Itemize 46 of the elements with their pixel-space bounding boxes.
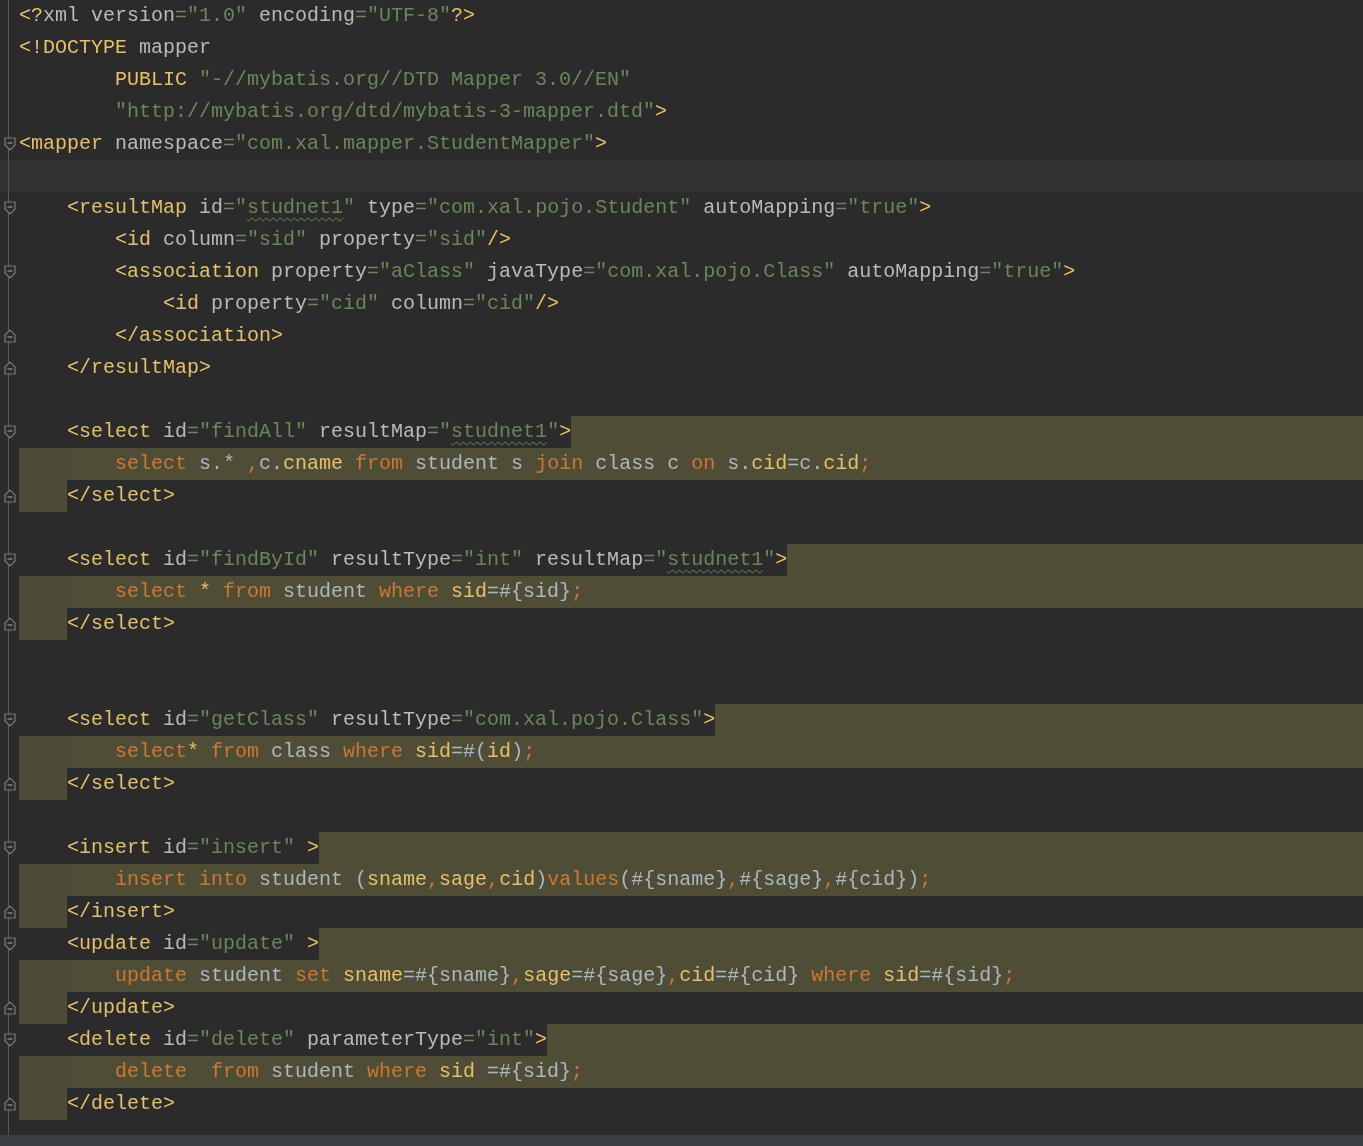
unfold-minus-icon[interactable] [3, 489, 16, 503]
fold-minus-icon[interactable] [3, 137, 16, 151]
code-line: <select id="findById" resultType="int" resultMap="studnet1"> [67, 547, 788, 573]
code-line: <select id="findAll" resultMap="studnet1"> [67, 419, 572, 445]
code-line: update student set sname=#{sname},sage=#{sage},cid=#{cid} where sid=#{sid}; [115, 963, 1016, 989]
unfold-minus-icon[interactable] [3, 361, 16, 375]
unfold-minus-icon[interactable] [3, 617, 16, 631]
code-line: </update> [67, 995, 176, 1021]
unfold-minus-icon[interactable] [3, 1001, 16, 1015]
fold-minus-icon[interactable] [3, 937, 16, 951]
unfold-minus-icon[interactable] [3, 1097, 16, 1111]
code-line: <select id="getClass" resultType="com.xal.pojo.Class"> [67, 707, 716, 733]
fold-minus-icon[interactable] [3, 425, 16, 439]
code-line: <!DOCTYPE mapper [19, 35, 212, 61]
code-line: PUBLIC "-//mybatis.org//DTD Mapper 3.0//EN" [115, 67, 632, 93]
code-line: </select> [67, 483, 176, 509]
unfold-minus-icon[interactable] [3, 329, 16, 343]
code-line: <association property="aClass" javaType="com.xal.pojo.Class" autoMapping="true"> [115, 259, 1076, 285]
code-line: <insert id="insert" > [67, 835, 320, 861]
fold-minus-icon[interactable] [3, 265, 16, 279]
code-line: </insert> [67, 899, 176, 925]
fold-minus-icon[interactable] [3, 1033, 16, 1047]
fold-minus-icon[interactable] [3, 713, 16, 727]
code-line: </select> [67, 771, 176, 797]
code-line: <mapper namespace="com.xal.mapper.StudentMapper"> [19, 131, 608, 157]
code-line: select * from student where sid=#{sid}; [115, 579, 584, 605]
code-line: <update id="update" > [67, 931, 320, 957]
code-line: </association> [115, 323, 284, 349]
code-line: </resultMap> [67, 355, 212, 381]
code-line: <id column="sid" property="sid"/> [115, 227, 512, 253]
code-line: </select> [67, 611, 176, 637]
code-line: <resultMap id="studnet1" type="com.xal.pojo.Student" autoMapping="true"> [67, 195, 932, 221]
unfold-minus-icon[interactable] [3, 777, 16, 791]
code-line: <delete id="delete" parameterType="int"> [67, 1027, 548, 1053]
code-line: select s.* ,c.cname from student s join class c on s.cid=c.cid; [115, 451, 872, 477]
code-line: insert into student (sname,sage,cid)values(#{sname},#{sage},#{cid}); [115, 867, 932, 893]
unfold-minus-icon[interactable] [3, 905, 16, 919]
code-line: <id property="cid" column="cid"/> [163, 291, 560, 317]
code-line: delete from student where sid =#{sid}; [115, 1059, 584, 1085]
code-line: "http://mybatis.org/dtd/mybatis-3-mapper.dtd"> [115, 99, 668, 125]
code-line: select* from class where sid=#(id); [115, 739, 536, 765]
fold-minus-icon[interactable] [3, 553, 16, 567]
fold-minus-icon[interactable] [3, 841, 16, 855]
code-line: </delete> [67, 1091, 176, 1117]
code-line: <?xml version="1.0" encoding="UTF-8"?> [19, 3, 476, 29]
fold-minus-icon[interactable] [3, 201, 16, 215]
